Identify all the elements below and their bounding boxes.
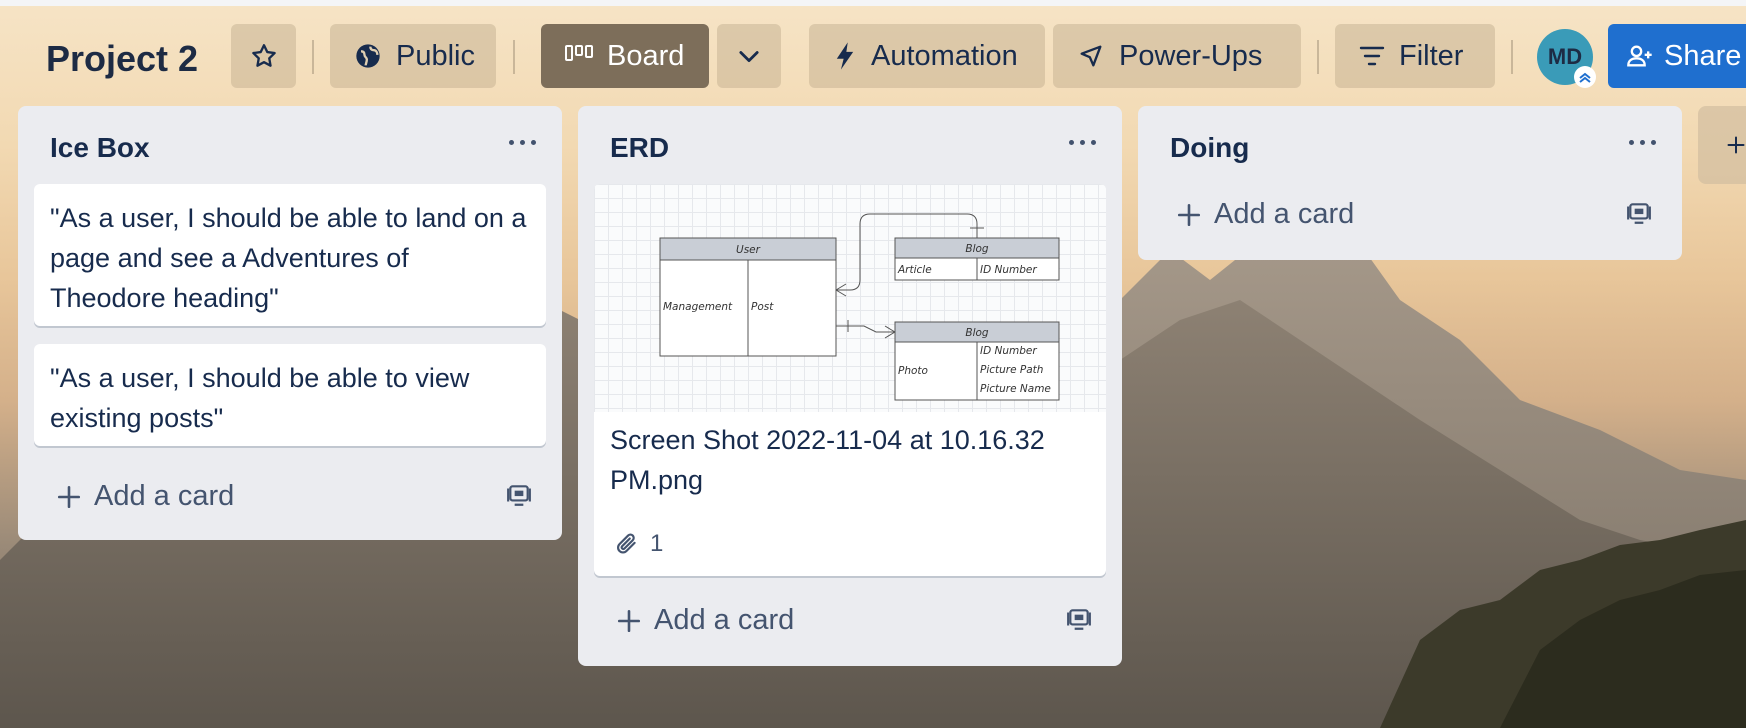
template-icon	[1627, 203, 1651, 224]
add-card-button[interactable]: Add a card	[616, 604, 794, 637]
automation-button[interactable]: Automation	[809, 24, 1045, 88]
list-ice-box: Ice Box "As a user, I should be able to …	[18, 106, 562, 540]
board-view-button[interactable]: Board	[541, 24, 709, 88]
erd-blog2-field: Picture Name	[980, 383, 1051, 395]
erd-user-header: User	[736, 244, 761, 256]
list-title[interactable]: ERD	[610, 132, 669, 164]
add-card-label: Add a card	[1214, 198, 1355, 230]
plus-icon	[617, 609, 641, 632]
card-attachment-badge: 1	[614, 524, 663, 564]
erd-user-col2: Post	[751, 301, 774, 313]
star-button[interactable]	[231, 24, 296, 88]
template-icon	[1067, 609, 1091, 630]
erd-blog2-col1: Photo	[898, 365, 928, 377]
lightning-icon	[836, 42, 854, 70]
header-divider	[513, 40, 515, 74]
card[interactable]: User Management Post Blog Article ID Num…	[594, 184, 1106, 576]
list-menu-button[interactable]	[1069, 140, 1096, 145]
add-card-label: Add a card	[94, 480, 235, 512]
plus-icon	[1727, 136, 1745, 154]
list-title[interactable]: Ice Box	[50, 132, 150, 164]
share-button[interactable]: Share	[1608, 24, 1746, 88]
view-switcher-button[interactable]	[717, 24, 781, 88]
header-divider	[1511, 40, 1513, 74]
erd-blog2-header: Blog	[965, 327, 989, 339]
attachment-count: 1	[650, 530, 664, 557]
more-icon	[1069, 140, 1074, 145]
avatar-initials: MD	[1547, 44, 1583, 69]
list-menu-button[interactable]	[1629, 140, 1656, 145]
header-divider	[1317, 40, 1319, 74]
board-title[interactable]: Project 2	[46, 38, 198, 80]
card[interactable]: "As a user, I should be able to view exi…	[34, 344, 546, 446]
list-menu-button[interactable]	[509, 140, 536, 145]
add-member-icon	[1627, 45, 1652, 67]
share-label: Share	[1664, 39, 1742, 72]
create-from-template-button[interactable]	[506, 482, 532, 513]
filter-icon	[1359, 46, 1385, 66]
add-list-button[interactable]	[1698, 106, 1746, 184]
card-cover-image: User Management Post Blog Article ID Num…	[594, 184, 1106, 412]
create-from-template-button[interactable]	[1066, 606, 1092, 637]
add-card-label: Add a card	[654, 604, 795, 636]
erd-blog1-col1: Article	[897, 264, 932, 276]
visibility-button[interactable]: Public	[330, 24, 496, 88]
board-icon	[565, 45, 593, 61]
list-erd: ERD User Management Post Blog Article ID…	[578, 106, 1122, 666]
more-icon	[509, 140, 514, 145]
chevron-down-icon	[739, 51, 759, 63]
erd-blog2-field: ID Number	[980, 345, 1037, 357]
rocket-icon	[1080, 45, 1102, 67]
list-title[interactable]: Doing	[1170, 132, 1249, 164]
plus-icon	[57, 485, 81, 508]
erd-blog1-header: Blog	[965, 243, 989, 255]
more-icon	[1629, 140, 1634, 145]
filter-button[interactable]: Filter	[1335, 24, 1495, 88]
board-view-label: Board	[607, 39, 685, 72]
filter-label: Filter	[1399, 39, 1464, 72]
attachment-icon	[617, 533, 636, 554]
chevrons-up-icon	[1579, 72, 1591, 83]
powerups-label: Power-Ups	[1119, 39, 1263, 72]
globe-icon	[356, 44, 380, 68]
erd-user-col1: Management	[663, 301, 733, 313]
automation-label: Automation	[871, 39, 1018, 72]
create-from-template-button[interactable]	[1626, 200, 1652, 231]
powerups-button[interactable]: Power-Ups	[1053, 24, 1301, 88]
card-title: Screen Shot 2022-11-04 at 10.16.32 PM.pn…	[610, 425, 1045, 495]
erd-blog1-col2: ID Number	[980, 264, 1037, 276]
avatar[interactable]: MD	[1537, 29, 1596, 88]
card[interactable]: "As a user, I should be able to land on …	[34, 184, 546, 326]
list-doing: Doing Add a card	[1138, 106, 1682, 260]
star-icon	[251, 44, 276, 67]
add-card-button[interactable]: Add a card	[56, 480, 234, 513]
header-divider	[312, 40, 314, 74]
admin-badge	[1574, 66, 1596, 88]
template-icon	[507, 485, 531, 506]
board-header: Project 2 Public Board Automation Power-…	[0, 6, 1746, 106]
erd-blog2-field: Picture Path	[980, 364, 1043, 376]
plus-icon	[1177, 203, 1201, 226]
add-card-button[interactable]: Add a card	[1176, 198, 1354, 231]
visibility-label: Public	[396, 39, 475, 72]
